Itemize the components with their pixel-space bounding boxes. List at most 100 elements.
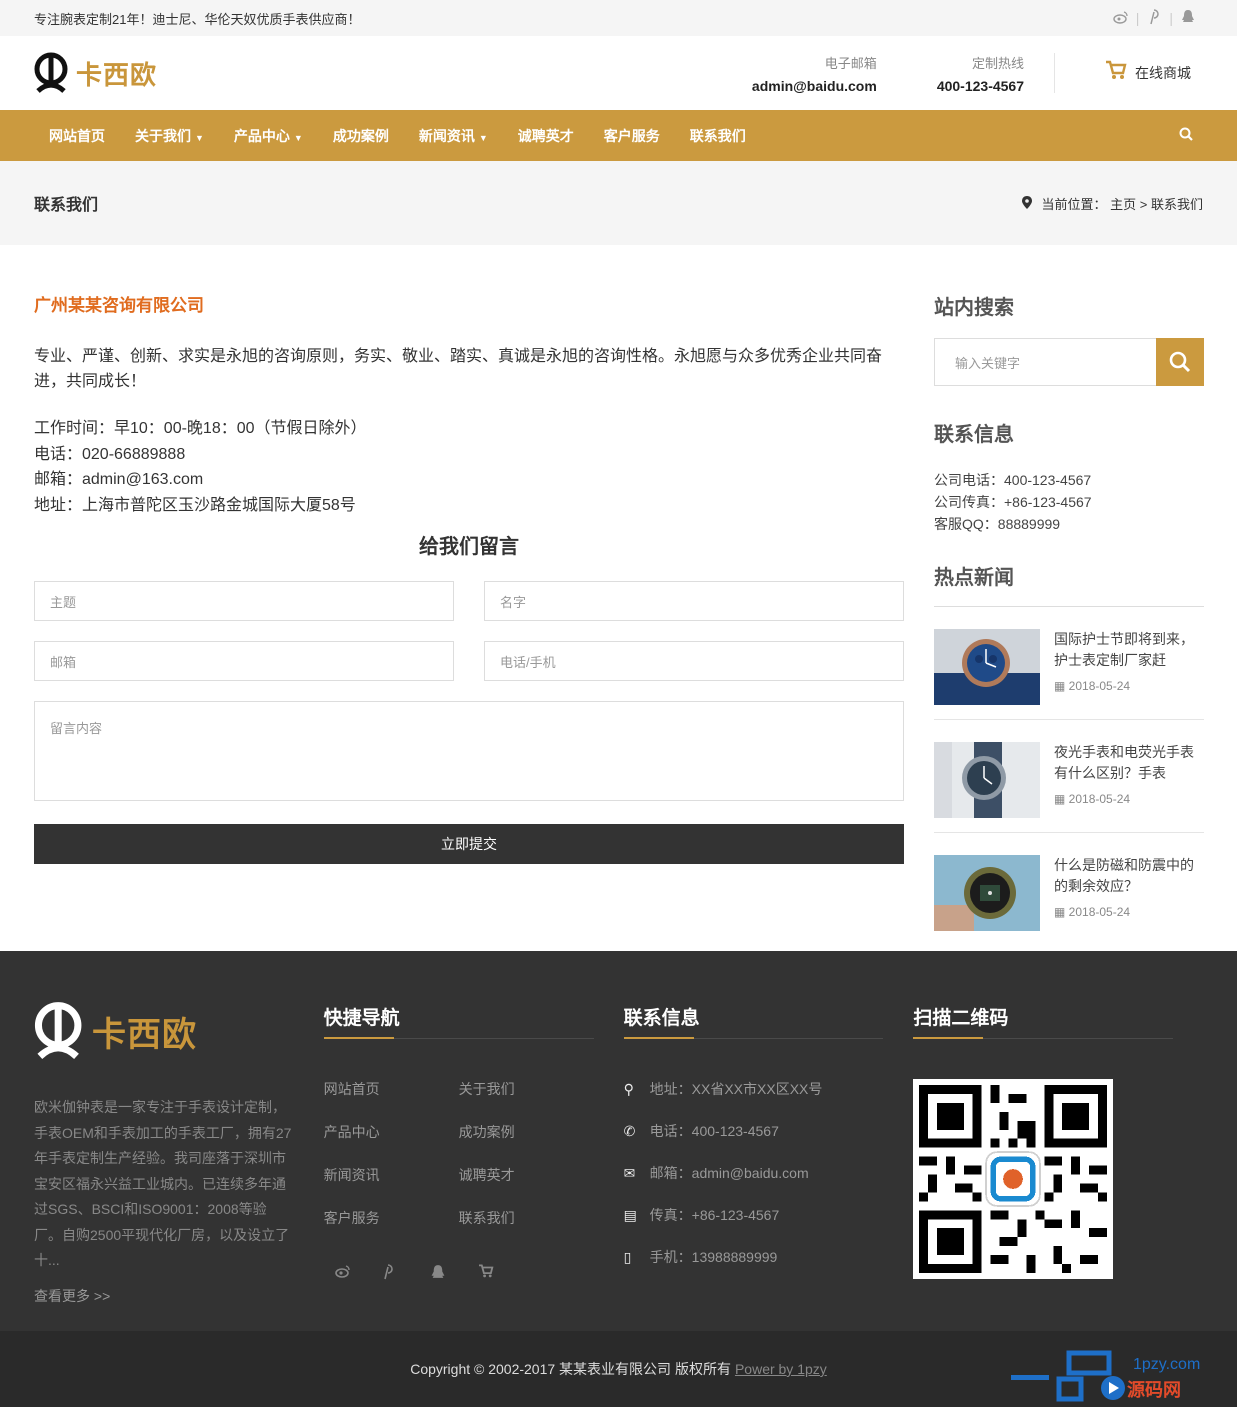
footer-link-jobs[interactable]: 诚聘英才 <box>459 1165 594 1185</box>
cart-icon <box>1105 60 1127 86</box>
submit-button[interactable]: 立即提交 <box>34 824 904 864</box>
pinterest-icon[interactable] <box>382 1264 430 1284</box>
shop-label: 在线商城 <box>1135 65 1191 81</box>
qq-icon[interactable] <box>430 1264 478 1284</box>
footer-link-home[interactable]: 网站首页 <box>324 1079 459 1099</box>
envelope-icon: ✉ <box>623 1164 636 1181</box>
logo-text: 卡西欧 <box>76 60 158 91</box>
footer-link-about[interactable]: 关于我们 <box>459 1079 594 1099</box>
company-intro: 专业、严谨、创新、求实是永旭的咨询原则，务实、敬业、踏实、真诚是永旭的咨询性格。… <box>34 348 883 390</box>
cart-icon[interactable] <box>478 1264 526 1284</box>
nav-label: 新闻资讯 <box>418 127 475 144</box>
top-slogan: 专注腕表定制21年！迪士尼、华伦天奴优质手表供应商！ <box>34 11 361 27</box>
nav-label: 关于我们 <box>135 127 191 144</box>
sidebar-search-button[interactable] <box>1156 338 1204 386</box>
breadcrumb-current: 联系我们 <box>1150 196 1203 212</box>
address-text: 地址：上海市普陀区玉沙路金城国际大厦58号 <box>34 496 356 514</box>
footer-link-products[interactable]: 产品中心 <box>324 1122 459 1142</box>
breadcrumb: 当前位置： 主页 > 联系我们 <box>1021 194 1203 213</box>
watch-thumbnail[interactable] <box>934 629 1040 705</box>
site-header: 卡西欧 电子邮箱 admin@baidu.com 定制热线 400-123-45… <box>0 36 1237 110</box>
news-date: ▦ 2018-05-24 <box>1054 679 1204 693</box>
footer-contact-title: 联系信息 <box>623 1001 884 1039</box>
email-text: 邮箱：admin@163.com <box>34 471 204 488</box>
service-qq: 客服QQ：88889999 <box>934 516 1061 532</box>
sidebar-search: 输入关键字 <box>934 338 1204 386</box>
company-name: 广州某某咨询有限公司 <box>34 296 204 315</box>
phone-icon: ✆ <box>623 1122 636 1139</box>
search-icon <box>1169 351 1191 373</box>
header-contacts: 电子邮箱 admin@baidu.com 定制热线 400-123-4567 在… <box>722 53 1203 94</box>
nav-label: 联系我们 <box>689 127 746 144</box>
phone-text: 电话：020-66889888 <box>34 445 186 463</box>
power-by-link[interactable]: Power by 1pzy <box>735 1361 827 1377</box>
news-item[interactable]: 夜光手表和电荧光手表有什么区别？手表 ▦ 2018-05-24 <box>934 720 1204 833</box>
footer-mobile: ▯ 手机：13988889999 <box>624 1247 884 1267</box>
weibo-icon[interactable] <box>1106 10 1136 27</box>
nav-item-news[interactable]: 新闻资讯 ▼ <box>404 126 503 146</box>
nav-label: 成功案例 <box>332 127 389 144</box>
news-title[interactable]: 什么是防磁和防震中的的剩余效应？ <box>1054 855 1204 897</box>
nav-item-service[interactable]: 客户服务 <box>589 126 675 146</box>
svg-text:源码网: 源码网 <box>1127 1379 1181 1400</box>
email-input[interactable]: 邮箱 <box>34 641 454 681</box>
weibo-icon[interactable] <box>334 1264 382 1284</box>
read-more-link[interactable]: 查看更多 >> <box>34 1286 294 1306</box>
watch-thumbnail[interactable] <box>934 742 1040 818</box>
nav-item-contact[interactable]: 联系我们 <box>675 126 761 146</box>
online-shop-link[interactable]: 在线商城 <box>1054 53 1191 93</box>
news-title[interactable]: 国际护士节即将到来，护士表定制厂家赶 <box>1054 629 1204 671</box>
footer-fax: ▤ 传真：+86-123-4567 <box>624 1205 884 1225</box>
nav-item-home[interactable]: 网站首页 <box>34 126 120 146</box>
message-textarea[interactable]: 留言内容 <box>34 701 904 801</box>
phone-input[interactable]: 电话/手机 <box>484 641 904 681</box>
search-title: 站内搜索 <box>934 297 1014 319</box>
breadcrumb-separator: > <box>1139 196 1148 212</box>
subject-input[interactable]: 主题 <box>34 581 454 621</box>
news-date: ▦ 2018-05-24 <box>1054 905 1204 919</box>
site-logo[interactable]: 卡西欧 <box>34 51 157 95</box>
footer-phone-text: 电话：400-123-4567 <box>649 1123 779 1139</box>
news-title[interactable]: 夜光手表和电荧光手表有什么区别？手表 <box>1054 742 1204 784</box>
watermark-text: 1pzy.com <box>1133 1356 1200 1373</box>
footer-link-cases[interactable]: 成功案例 <box>459 1122 594 1142</box>
sidebar-contact: 公司电话：400-123-4567 公司传真：+86-123-4567 客服QQ… <box>934 469 1204 535</box>
nav-item-cases[interactable]: 成功案例 <box>318 126 404 146</box>
footer-link-service[interactable]: 客户服务 <box>324 1208 459 1228</box>
breadcrumb-home[interactable]: 主页 <box>1110 197 1136 212</box>
footer-contact-list: ⚲ 地址：XX省XX市XX区XX号 ✆ 电话：400-123-4567 ✉ 邮箱：ad… <box>624 1079 884 1267</box>
footer-link-contact[interactable]: 联系我们 <box>459 1208 594 1228</box>
location-pin-icon: ⚲ <box>623 1080 634 1097</box>
watch-thumbnail[interactable] <box>934 855 1040 931</box>
calendar-icon: ▦ <box>1054 679 1069 693</box>
footer-link-news[interactable]: 新闻资讯 <box>324 1165 459 1185</box>
main-content: 广州某某咨询有限公司 专业、严谨、创新、求实是永旭的咨询原则，务实、敬业、踏实、… <box>0 245 1237 952</box>
work-hours: 工作时间：早10：00-晚18：00（节假日除外） <box>34 420 367 437</box>
sidebar: 站内搜索 输入关键字 联系信息 公司电话：400-123-4567 公司传真：+… <box>934 291 1204 952</box>
footer-logo[interactable]: 卡西欧 <box>34 1001 294 1061</box>
fax-icon: ▤ <box>623 1206 637 1223</box>
company-info: 工作时间：早10：00-晚18：00（节假日除外） 电话：020-6688988… <box>34 416 904 518</box>
search-icon[interactable] <box>1179 127 1193 145</box>
pinterest-icon[interactable] <box>1139 8 1169 28</box>
nav-item-about[interactable]: 关于我们 ▼ <box>120 126 219 146</box>
form-row: 主题 名字 <box>34 581 904 621</box>
sidebar-contact-title: 联系信息 <box>934 424 1014 446</box>
sidebar-search-input[interactable]: 输入关键字 <box>934 338 1156 386</box>
name-input[interactable]: 名字 <box>484 581 904 621</box>
qq-icon[interactable] <box>1173 9 1203 27</box>
page-header: 联系我们 当前位置： 主页 > 联系我们 <box>0 161 1237 245</box>
nav-label: 网站首页 <box>49 127 105 144</box>
copyright-text: Copyright © 2002-2017 某某表业有限公司 版权所有 <box>410 1361 731 1377</box>
news-date-text: 2018-05-24 <box>1068 792 1131 806</box>
email-value: admin@baidu.com <box>751 77 877 94</box>
news-item[interactable]: 国际护士节即将到来，护士表定制厂家赶 ▦ 2018-05-24 <box>934 607 1204 720</box>
news-item[interactable]: 什么是防磁和防震中的的剩余效应？ ▦ 2018-05-24 <box>934 833 1204 945</box>
nav-label: 产品中心 <box>233 127 290 144</box>
nav-item-products[interactable]: 产品中心 ▼ <box>219 126 318 146</box>
news-body: 夜光手表和电荧光手表有什么区别？手表 ▦ 2018-05-24 <box>1054 742 1204 818</box>
footer-qr-title: 扫描二维码 <box>913 1001 1174 1039</box>
nav-item-jobs[interactable]: 诚聘英才 <box>503 126 589 146</box>
footer-mobile-text: 手机：13988889999 <box>649 1249 778 1265</box>
email-label: 电子邮箱 <box>824 55 877 71</box>
